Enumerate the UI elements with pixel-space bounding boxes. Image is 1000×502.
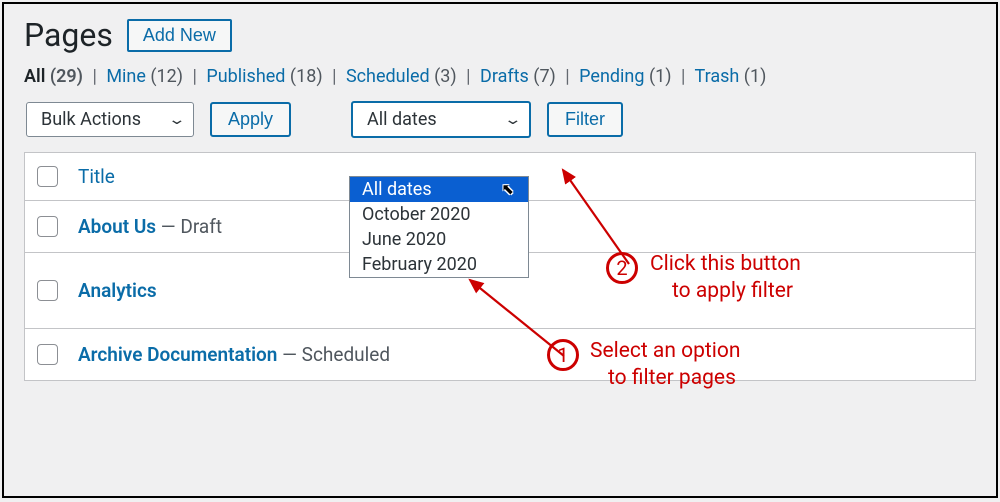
annotation-badge-2: 2 (606, 252, 638, 284)
dropdown-option[interactable]: October 2020 (350, 202, 528, 227)
row-title-link[interactable]: About Us (78, 215, 156, 238)
row-checkbox[interactable] (37, 344, 58, 365)
view-mine[interactable]: Mine (12) (106, 66, 183, 87)
bulk-actions-label: Bulk Actions (41, 109, 141, 130)
row-checkbox[interactable] (37, 216, 58, 237)
view-drafts[interactable]: Drafts (7) (480, 66, 556, 87)
filter-button[interactable]: Filter (547, 102, 623, 137)
dropdown-option[interactable]: All dates ⬉ (350, 177, 528, 202)
row-checkbox[interactable] (37, 280, 58, 301)
view-pending[interactable]: Pending (1) (579, 66, 671, 87)
row-title-link[interactable]: Analytics (78, 279, 157, 302)
date-filter-select[interactable]: All dates ⌄ (351, 101, 531, 138)
view-all[interactable]: All (29) (24, 66, 83, 87)
row-title-link[interactable]: Archive Documentation (78, 343, 277, 366)
title-column-header[interactable]: Title (78, 165, 115, 188)
chevron-down-icon: ⌄ (504, 112, 523, 128)
date-filter-label: All dates (367, 109, 437, 130)
annotation-text-2: Click this buttonto apply filter (650, 251, 801, 306)
bulk-actions-select[interactable]: Bulk Actions ⌄ (26, 102, 194, 137)
cursor-icon: ⬉ (501, 180, 514, 198)
annotation-badge-1: 1 (547, 339, 579, 371)
date-filter-dropdown[interactable]: All dates ⬉ October 2020 June 2020 Febru… (349, 176, 529, 278)
view-trash[interactable]: Trash (1) (695, 66, 767, 87)
row-status: Draft (180, 215, 222, 238)
row-status: Scheduled (302, 343, 390, 366)
apply-button[interactable]: Apply (210, 102, 291, 137)
view-scheduled[interactable]: Scheduled (3) (346, 66, 457, 87)
add-new-button[interactable]: Add New (127, 19, 232, 52)
chevron-down-icon: ⌄ (168, 112, 187, 128)
page-title: Pages (24, 16, 113, 54)
view-filters: All (29) | Mine (12) | Published (18) | … (4, 60, 996, 101)
dropdown-option[interactable]: June 2020 (350, 227, 528, 252)
annotation-text-1: Select an optionto filter pages (590, 338, 740, 393)
view-published[interactable]: Published (18) (206, 66, 322, 87)
select-all-checkbox[interactable] (37, 166, 58, 187)
